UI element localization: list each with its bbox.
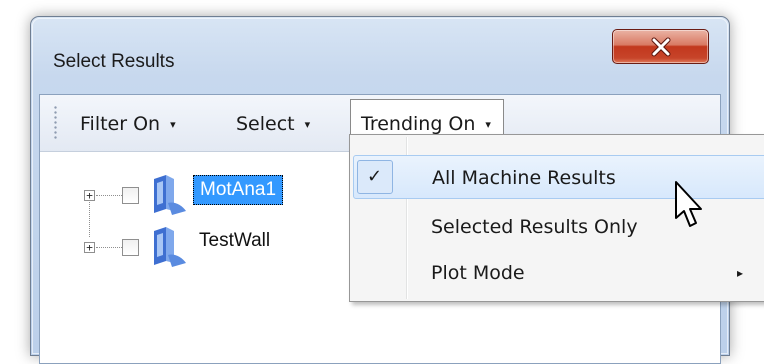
machine-folder-icon — [154, 227, 186, 267]
close-button[interactable] — [612, 29, 709, 64]
mouse-pointer-icon — [675, 181, 702, 227]
node-checkbox[interactable] — [122, 187, 139, 204]
submenu-arrow-icon: ▸ — [737, 266, 744, 280]
trending-on-label: Trending On — [361, 113, 476, 135]
expand-icon[interactable]: + — [84, 190, 95, 201]
tree-node[interactable]: + TestWall — [40, 222, 340, 267]
select-dropdown[interactable]: Select ▾ — [236, 109, 310, 139]
menu-item-label: Selected Results Only — [431, 216, 638, 238]
toolbar-grip[interactable] — [54, 105, 57, 141]
chevron-down-icon: ▾ — [170, 118, 176, 131]
tree-node-label: TestWall — [199, 230, 271, 251]
tree-node-label: MotAna1 — [193, 175, 284, 205]
tree-connector-line — [96, 247, 122, 248]
tree-connector-line — [96, 195, 122, 196]
filter-on-dropdown[interactable]: Filter On ▾ — [80, 109, 176, 139]
menu-item-label: Plot Mode — [431, 262, 525, 284]
machine-folder-icon — [154, 175, 186, 215]
node-checkbox[interactable] — [122, 239, 139, 256]
chevron-down-icon: ▾ — [304, 118, 311, 131]
close-x-icon — [651, 37, 671, 57]
menu-item-label: All Machine Results — [432, 167, 616, 189]
window-title: Select Results — [53, 51, 175, 72]
select-label: Select — [236, 113, 295, 135]
expand-icon[interactable]: + — [84, 242, 95, 253]
menu-item-plot-mode[interactable]: Plot Mode ▸ — [353, 251, 764, 295]
filter-on-label: Filter On — [80, 113, 161, 135]
tree-node[interactable]: + MotAna1 — [40, 170, 340, 215]
chevron-down-icon: ▾ — [485, 118, 491, 131]
check-icon: ✓ — [357, 160, 393, 194]
